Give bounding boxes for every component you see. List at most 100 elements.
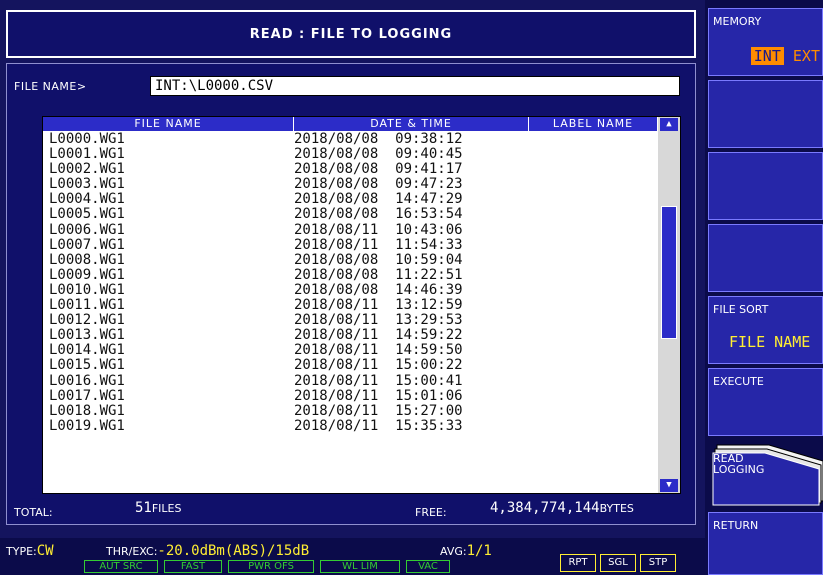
file-name-cell: L0019.WG1: [49, 417, 125, 434]
indicator-pwr-ofs: PWR OFS: [228, 560, 314, 573]
mode-sgl: SGL: [600, 554, 636, 572]
softkey-file-sort[interactable]: FILE SORT FILE NAME: [708, 296, 823, 364]
memory-ext: EXT: [792, 47, 820, 65]
file-row[interactable]: L0016.WG1 2018/08/11 15:00:41: [43, 372, 658, 389]
date-time-cell: 2018/08/11 15:00:22: [294, 357, 463, 374]
file-name-cell: L0016.WG1: [49, 372, 125, 389]
date-time-cell: 2018/08/11 13:12:59: [294, 297, 463, 314]
date-time-cell: 2018/08/11 13:29:53: [294, 312, 463, 329]
file-row[interactable]: L0019.WG1 2018/08/11 15:35:33: [43, 417, 658, 434]
total-count: 51: [135, 500, 152, 516]
free-value: 4,384,774,144BYTES: [490, 500, 634, 516]
file-sort-value: FILE NAME: [729, 333, 811, 351]
file-row[interactable]: L0014.WG1 2018/08/11 14:59:50: [43, 343, 658, 358]
dialog-title: READ : FILE TO LOGGING: [6, 10, 696, 58]
status-type: TYPE:CW: [6, 543, 54, 559]
date-time-cell: 2018/08/08 14:47:29: [294, 191, 463, 208]
file-row[interactable]: L0005.WG1 2018/08/08 16:53:54: [43, 207, 658, 222]
file-row[interactable]: L0000.WG1 2018/08/08 09:38:12: [43, 132, 658, 147]
scrollbar[interactable]: ▲ ▼: [658, 117, 680, 493]
scroll-up-arrow-icon[interactable]: ▲: [660, 118, 678, 131]
softkey-blank-1[interactable]: [708, 80, 823, 148]
file-row[interactable]: L0002.WG1 2018/08/08 09:41:17: [43, 162, 658, 177]
date-time-cell: 2018/08/08 14:46:39: [294, 281, 463, 298]
avg-label: AVG:: [440, 545, 467, 558]
avg-value: 1/1: [466, 543, 492, 559]
softkey-execute[interactable]: EXECUTE: [708, 368, 823, 436]
file-row[interactable]: L0015.WG1 2018/08/11 15:00:22: [43, 358, 658, 373]
file-name-cell: L0011.WG1: [49, 297, 125, 314]
file-name-cell: L0015.WG1: [49, 357, 125, 374]
date-time-cell: 2018/08/11 11:54:33: [294, 236, 463, 253]
mode-stp: STP: [640, 554, 676, 572]
file-name-cell: L0002.WG1: [49, 161, 125, 178]
file-sort-label: FILE SORT: [713, 303, 769, 316]
column-header-date-time[interactable]: DATE & TIME: [294, 117, 529, 131]
file-name-cell: L0004.WG1: [49, 191, 125, 208]
free-label: FREE:: [415, 506, 447, 519]
column-header-file-name[interactable]: FILE NAME: [43, 117, 294, 131]
thr-label: THR/EXC:: [106, 545, 158, 558]
file-name-cell: L0012.WG1: [49, 312, 125, 329]
date-time-cell: 2018/08/11 14:59:22: [294, 327, 463, 344]
file-row[interactable]: L0007.WG1 2018/08/11 11:54:33: [43, 236, 658, 253]
file-name-cell: L0001.WG1: [49, 146, 125, 163]
status-threshold: THR/EXC:-20.0dBm(ABS)/15dB: [106, 543, 309, 559]
file-row[interactable]: L0011.WG1 2018/08/11 13:12:59: [43, 298, 658, 313]
date-time-cell: 2018/08/11 15:01:06: [294, 387, 463, 404]
file-row[interactable]: L0001.WG1 2018/08/08 09:40:45: [43, 147, 658, 162]
scroll-down-arrow-icon[interactable]: ▼: [660, 479, 678, 492]
memory-label: MEMORY: [713, 15, 762, 28]
file-name-cell: L0007.WG1: [49, 236, 125, 253]
indicator-wl-lim: WL LIM: [320, 560, 400, 573]
date-time-cell: 2018/08/08 09:47:23: [294, 176, 463, 193]
date-time-cell: 2018/08/08 09:40:45: [294, 146, 463, 163]
memory-int: INT: [750, 47, 784, 65]
file-name-cell: L0010.WG1: [49, 281, 125, 298]
type-value: CW: [36, 543, 54, 559]
file-row[interactable]: L0010.WG1 2018/08/08 14:46:39: [43, 281, 658, 298]
softkey-blank-2[interactable]: [708, 152, 823, 220]
indicator-vac: VAC: [406, 560, 450, 573]
type-label: TYPE:: [6, 545, 37, 558]
file-row[interactable]: L0004.WG1 2018/08/08 14:47:29: [43, 192, 658, 207]
file-name-input[interactable]: INT:\L0000.CSV: [150, 76, 680, 96]
softkey-return[interactable]: RETURN: [708, 512, 823, 575]
date-time-cell: 2018/08/11 15:00:41: [294, 372, 463, 389]
file-name-cell: L0017.WG1: [49, 387, 125, 404]
execute-label: EXECUTE: [713, 375, 764, 388]
total-unit: FILES: [151, 502, 182, 515]
mode-rpt: RPT: [560, 554, 596, 572]
file-row[interactable]: L0018.WG1 2018/08/11 15:27:00: [43, 402, 658, 419]
softkey-read-logging[interactable]: READ LOGGING: [708, 440, 823, 508]
file-name-cell: L0006.WG1: [49, 221, 125, 238]
scroll-thumb[interactable]: [661, 206, 677, 339]
softkey-blank-3[interactable]: [708, 224, 823, 292]
file-name-cell: L0018.WG1: [49, 402, 125, 419]
return-label: RETURN: [713, 519, 759, 532]
softkey-memory[interactable]: MEMORY INT EXT: [708, 8, 823, 76]
file-row[interactable]: L0008.WG1 2018/08/08 10:59:04: [43, 251, 658, 268]
file-name-cell: L0009.WG1: [49, 266, 125, 283]
date-time-cell: 2018/08/08 16:53:54: [294, 206, 463, 223]
date-time-cell: 2018/08/08 10:59:04: [294, 251, 463, 268]
date-time-cell: 2018/08/11 10:43:06: [294, 221, 463, 238]
file-row[interactable]: L0017.WG1 2018/08/11 15:01:06: [43, 387, 658, 404]
total-label: TOTAL:: [14, 506, 53, 519]
file-name-label: FILE NAME>: [14, 80, 87, 93]
file-row[interactable]: L0013.WG1 2018/08/11 14:59:22: [43, 328, 658, 343]
date-time-cell: 2018/08/11 14:59:50: [294, 342, 463, 359]
column-header-label-name[interactable]: LABEL NAME: [529, 117, 658, 131]
total-value: 51FILES: [135, 500, 182, 516]
file-row[interactable]: L0006.WG1 2018/08/11 10:43:06: [43, 221, 658, 238]
file-row[interactable]: L0009.WG1 2018/08/08 11:22:51: [43, 266, 658, 283]
file-row[interactable]: L0012.WG1 2018/08/11 13:29:53: [43, 313, 658, 328]
file-list[interactable]: FILE NAME DATE & TIME LABEL NAME L0000.W…: [42, 116, 681, 494]
thr-value: -20.0dBm(ABS)/15dB: [157, 543, 310, 559]
file-row[interactable]: L0003.WG1 2018/08/08 09:47:23: [43, 177, 658, 192]
date-time-cell: 2018/08/08 09:38:12: [294, 131, 463, 147]
file-name-cell: L0014.WG1: [49, 342, 125, 359]
read-logging-label: READ LOGGING: [713, 452, 765, 476]
file-name-cell: L0003.WG1: [49, 176, 125, 193]
file-name-cell: L0008.WG1: [49, 251, 125, 268]
